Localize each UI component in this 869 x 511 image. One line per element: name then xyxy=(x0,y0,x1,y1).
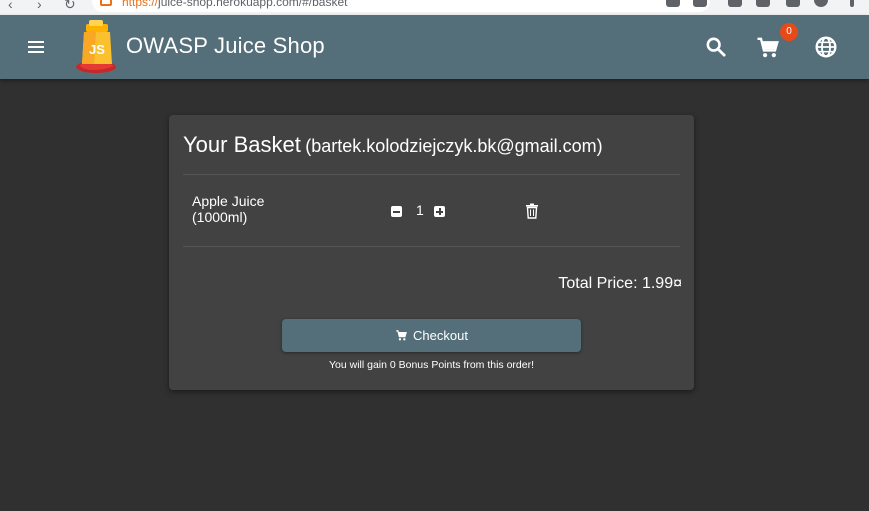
search-icon[interactable] xyxy=(702,33,730,61)
basket-title: Your Basket xyxy=(183,132,301,157)
basket-card: Your Basket (bartek.kolodziejczyk.bk@gma… xyxy=(169,115,694,390)
reload-icon[interactable]: ↻ xyxy=(64,0,76,13)
sidepanel-icon[interactable] xyxy=(786,0,800,7)
app-toolbar: JS OWASP Juice Shop 0 xyxy=(0,15,869,79)
checkout-label: Checkout xyxy=(413,328,468,343)
url-scheme: https:// xyxy=(122,0,159,9)
delete-item-icon[interactable] xyxy=(525,203,539,219)
cart-icon xyxy=(396,330,407,341)
cart-count-badge: 0 xyxy=(780,23,798,41)
share-icon[interactable] xyxy=(666,0,680,7)
browser-chrome: ‹ › ↻ https://juice-shop.herokuapp.com/#… xyxy=(0,0,869,15)
menu-icon[interactable] xyxy=(24,35,48,59)
cart-icon[interactable] xyxy=(754,33,782,61)
item-quantity: 1 xyxy=(416,202,424,218)
address-url[interactable]: https://juice-shop.herokuapp.com/#/baske… xyxy=(122,0,347,9)
language-icon[interactable] xyxy=(812,33,840,61)
divider xyxy=(183,246,680,247)
basket-user-email: (bartek.kolodziejczyk.bk@gmail.com) xyxy=(305,136,603,156)
bookmark-star-icon[interactable] xyxy=(693,0,707,7)
juice-shop-logo[interactable]: JS xyxy=(74,20,120,74)
not-secure-icon[interactable] xyxy=(100,0,112,6)
increase-quantity-button[interactable] xyxy=(434,206,445,217)
svg-text:JS: JS xyxy=(89,42,105,57)
divider xyxy=(183,174,680,175)
url-path: juice-shop.herokuapp.com/#/basket xyxy=(158,0,348,9)
app-title[interactable]: OWASP Juice Shop xyxy=(126,33,325,59)
basket-heading: Your Basket (bartek.kolodziejczyk.bk@gma… xyxy=(183,132,603,158)
bonus-points-text: You will gain 0 Bonus Points from this o… xyxy=(328,359,535,371)
profile-avatar[interactable] xyxy=(814,0,828,7)
item-name: Apple Juice (1000ml) xyxy=(192,193,265,225)
total-price: Total Price: 1.99¤ xyxy=(558,275,682,292)
decrease-quantity-button[interactable] xyxy=(391,206,402,217)
back-icon[interactable]: ‹ xyxy=(8,0,13,12)
extensions-icon[interactable] xyxy=(728,0,742,7)
checkout-button[interactable]: Checkout xyxy=(282,319,581,352)
browser-menu-icon[interactable] xyxy=(850,0,854,7)
extension-icon[interactable] xyxy=(756,0,770,7)
forward-icon[interactable]: › xyxy=(37,0,42,12)
